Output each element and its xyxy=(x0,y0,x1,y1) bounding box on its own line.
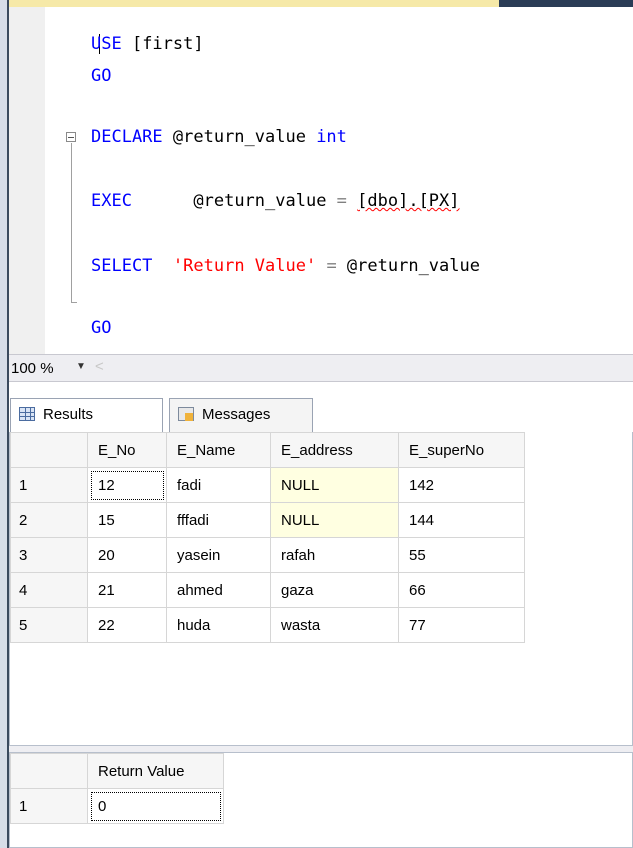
grid-cell[interactable]: fffadi xyxy=(166,502,271,538)
declare-variable: @return_value xyxy=(162,127,317,147)
select-string: 'Return Value' xyxy=(172,256,317,276)
row-number[interactable]: 1 xyxy=(10,467,88,503)
select-equals: = xyxy=(316,256,347,276)
table-row[interactable]: 2 15 fffadi NULL 144 xyxy=(10,502,525,538)
code-line-use: USE [first] xyxy=(91,34,204,54)
keyword-select: SELECT xyxy=(91,256,153,276)
tab-results-label: Results xyxy=(43,406,94,423)
grid-cell[interactable]: 142 xyxy=(398,467,525,503)
grid-cell[interactable]: 20 xyxy=(87,537,167,573)
table-row[interactable]: 1 12 fadi NULL 142 xyxy=(10,467,525,503)
keyword-go: GO xyxy=(91,66,112,86)
row-number[interactable]: 5 xyxy=(10,607,88,643)
column-header[interactable]: E_Name xyxy=(166,432,271,468)
keyword-go: GO xyxy=(91,318,112,338)
grid-corner[interactable] xyxy=(10,432,88,468)
grid-icon xyxy=(19,407,35,421)
return-value-grid-pane: Return Value 1 0 xyxy=(9,752,633,848)
window-left-border xyxy=(0,0,9,848)
return-value-grid: Return Value 1 0 xyxy=(10,753,224,824)
grid-cell[interactable]: 15 xyxy=(87,502,167,538)
row-number[interactable]: 4 xyxy=(10,572,88,608)
title-strip-dark xyxy=(499,0,633,7)
code-line-declare: DECLARE @return_value int xyxy=(91,127,347,147)
column-header[interactable]: E_address xyxy=(270,432,399,468)
column-header[interactable]: E_superNo xyxy=(398,432,525,468)
keyword-declare: DECLARE xyxy=(91,127,163,147)
tab-messages[interactable]: Messages xyxy=(169,398,313,432)
query-editor[interactable]: USE [first] GO DECLARE @return_value int… xyxy=(9,7,633,354)
grid-cell[interactable]: huda xyxy=(166,607,271,643)
keyword-exec: EXEC xyxy=(91,191,132,211)
grid-cell[interactable]: rafah xyxy=(270,537,399,573)
tab-results[interactable]: Results xyxy=(10,398,163,433)
grid-cell[interactable]: 21 xyxy=(87,572,167,608)
grid-cell[interactable]: yasein xyxy=(166,537,271,573)
zoom-bar: 100 % ▼ < xyxy=(9,354,633,382)
grid-cell[interactable]: gaza xyxy=(270,572,399,608)
zoom-level[interactable]: 100 % xyxy=(11,360,54,377)
grid-header-row: Return Value xyxy=(10,753,224,789)
procedure-name: [dbo].[PX] xyxy=(357,191,460,211)
results-tabs: Results Messages xyxy=(9,398,633,433)
grid-cell[interactable]: 66 xyxy=(398,572,525,608)
exec-equals: = xyxy=(326,191,358,211)
code-line-go-1: GO xyxy=(91,66,111,86)
chevron-down-icon[interactable]: ▼ xyxy=(76,361,86,372)
grid-cell[interactable]: NULL xyxy=(270,502,399,538)
grid-cell[interactable]: 144 xyxy=(398,502,525,538)
code-line-exec: EXEC @return_value = [dbo].[PX] xyxy=(91,191,460,211)
table-row[interactable]: 4 21 ahmed gaza 66 xyxy=(10,572,525,608)
table-row[interactable]: 5 22 huda wasta 77 xyxy=(10,607,525,643)
grid-cell[interactable]: ahmed xyxy=(166,572,271,608)
keyword-use: USE xyxy=(91,34,122,54)
messages-icon xyxy=(178,407,194,421)
grid-corner[interactable] xyxy=(10,753,88,789)
grid-cell[interactable]: wasta xyxy=(270,607,399,643)
row-number[interactable]: 3 xyxy=(10,537,88,573)
column-header[interactable]: E_No xyxy=(87,432,167,468)
table-row[interactable]: 3 20 yasein rafah 55 xyxy=(10,537,525,573)
grid-cell[interactable]: NULL xyxy=(270,467,399,503)
grid-cell[interactable]: 12 xyxy=(87,467,167,503)
tab-messages-label: Messages xyxy=(202,406,271,423)
select-variable: @return_value xyxy=(346,256,480,276)
results-grid-pane: E_No E_Name E_address E_superNo 1 12 fad… xyxy=(9,432,633,746)
grid-cell[interactable]: 22 xyxy=(87,607,167,643)
grid-header-row: E_No E_Name E_address E_superNo xyxy=(10,432,525,468)
results-grid: E_No E_Name E_address E_superNo 1 12 fad… xyxy=(10,432,525,643)
scroll-left-icon[interactable]: < xyxy=(95,358,104,375)
row-number[interactable]: 1 xyxy=(10,788,88,824)
editor-gutter xyxy=(9,7,45,354)
code-line-select: SELECT 'Return Value' = @return_value xyxy=(91,256,480,276)
row-number[interactable]: 2 xyxy=(10,502,88,538)
database-name: [first] xyxy=(121,34,204,54)
column-header[interactable]: Return Value xyxy=(87,753,224,789)
grid-cell[interactable]: 77 xyxy=(398,607,525,643)
grid-cell[interactable]: fadi xyxy=(166,467,271,503)
table-row[interactable]: 1 0 xyxy=(10,788,224,824)
collapse-toggle-icon[interactable] xyxy=(66,132,76,142)
title-strip xyxy=(9,0,633,7)
collapse-guide-line xyxy=(71,143,77,303)
exec-variable: @return_value xyxy=(193,191,327,211)
type-int: int xyxy=(316,127,347,147)
grid-cell[interactable]: 0 xyxy=(87,788,224,824)
grid-cell[interactable]: 55 xyxy=(398,537,525,573)
results-panel: Results Messages E_No E_Name E_address E… xyxy=(9,382,633,848)
code-line-go-2: GO xyxy=(91,318,111,338)
